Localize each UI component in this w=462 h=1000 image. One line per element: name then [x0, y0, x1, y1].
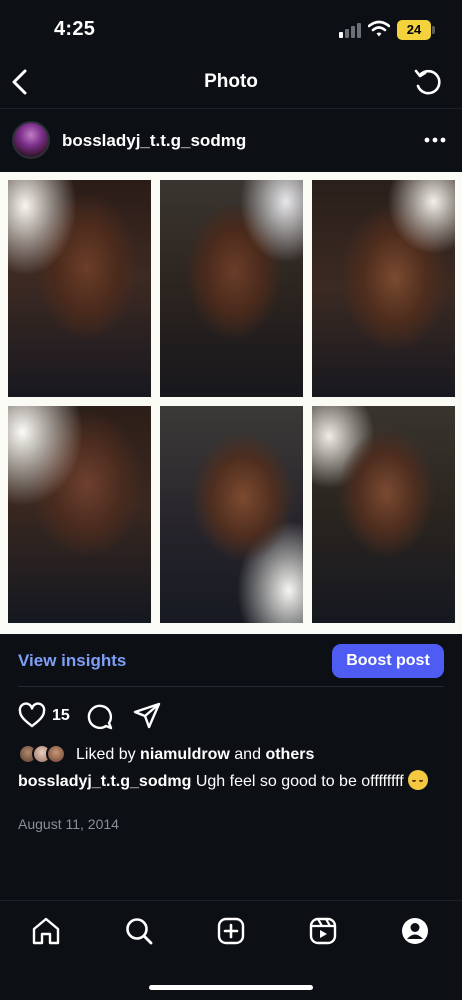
- liked-by-user[interactable]: niamuldrow: [140, 746, 230, 763]
- home-icon: [32, 917, 60, 945]
- search-icon: [126, 918, 153, 945]
- tab-search[interactable]: [123, 915, 155, 947]
- boost-post-button[interactable]: Boost post: [332, 644, 444, 678]
- collage-photo: [160, 406, 303, 623]
- battery-indicator: 24: [397, 20, 431, 40]
- post-photo[interactable]: [0, 172, 462, 634]
- insights-row: View insights Boost post: [0, 634, 462, 686]
- comment-button[interactable]: [84, 701, 114, 731]
- nav-bar: Photo: [0, 58, 462, 108]
- collage-photo: [8, 406, 151, 623]
- post-username[interactable]: bossladyj_t.t.g_sodmg: [62, 131, 246, 151]
- caption-username[interactable]: bossladyj_t.t.g_sodmg: [18, 773, 191, 790]
- tab-create[interactable]: [215, 915, 247, 947]
- liked-by-prefix: Liked by: [76, 746, 136, 763]
- collage-photo: [312, 406, 455, 623]
- tab-reels[interactable]: [307, 915, 339, 947]
- post-date: August 11, 2014: [18, 816, 119, 832]
- cellular-signal-icon: [339, 22, 361, 38]
- page-title: Photo: [204, 71, 258, 92]
- post-actions: 15: [0, 700, 462, 736]
- view-insights-link[interactable]: View insights: [18, 651, 126, 671]
- more-icon: [424, 137, 446, 143]
- battery-tip: [432, 26, 435, 34]
- refresh-button[interactable]: [412, 66, 444, 98]
- status-bar: 4:25 24: [0, 0, 462, 58]
- divider: [18, 686, 444, 687]
- caption-text: Ugh feel so good to be offffffff: [195, 773, 404, 790]
- more-options-button[interactable]: [420, 127, 450, 153]
- wifi-icon: [368, 20, 390, 38]
- collage-photo: [8, 180, 151, 397]
- status-time: 4:25: [54, 18, 96, 40]
- collage-photo: [312, 180, 455, 397]
- like-count[interactable]: 15: [52, 707, 70, 725]
- profile-icon: [402, 918, 428, 944]
- heart-icon: [18, 702, 46, 728]
- share-icon: [133, 702, 161, 729]
- relieved-face-emoji-icon: [408, 770, 429, 790]
- liked-by-others[interactable]: others: [265, 746, 314, 763]
- home-indicator[interactable]: [149, 985, 313, 990]
- liked-by-and: and: [234, 746, 261, 763]
- avatar[interactable]: [12, 121, 50, 159]
- reels-icon: [309, 917, 337, 945]
- liker-avatar: [46, 744, 66, 764]
- tab-profile[interactable]: [399, 915, 431, 947]
- post-header: bossladyj_t.t.g_sodmg: [0, 108, 462, 172]
- create-icon: [217, 917, 245, 945]
- share-button[interactable]: [132, 701, 162, 731]
- post-caption: bossladyj_t.t.g_sodmg Ugh feel so good t…: [18, 770, 450, 793]
- collage-photo: [160, 180, 303, 397]
- tab-home[interactable]: [30, 915, 62, 947]
- like-button[interactable]: [18, 702, 46, 730]
- liked-by-row[interactable]: Liked by niamuldrow and others: [18, 744, 448, 766]
- liked-by-text: Liked by niamuldrow and others: [76, 746, 314, 764]
- comment-icon: [87, 704, 113, 730]
